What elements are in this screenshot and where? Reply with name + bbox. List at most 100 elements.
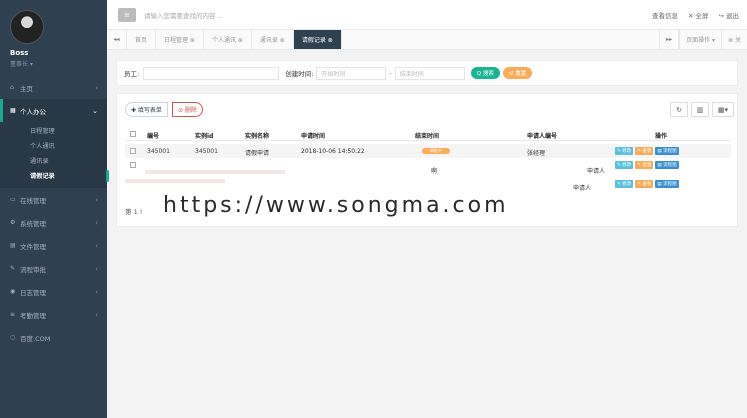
tabs-scroll-left-button[interactable]: ◂◂ bbox=[107, 30, 127, 49]
tab-schedule[interactable]: 日程管理 ⊗ bbox=[156, 30, 204, 49]
tab-personal-contacts[interactable]: 个人通讯 ⊗ bbox=[204, 30, 252, 49]
fullscreen-button[interactable]: ✕ 全屏 bbox=[688, 10, 709, 20]
tabs-spacer bbox=[342, 30, 659, 49]
chevron-left-icon: ‹ bbox=[95, 310, 98, 319]
filter-panel: 员工: 创建时间: 开始时间 - 结束时间 Q 搜索 ↺ 重置 bbox=[116, 60, 738, 86]
created-time-label: 创建时间: bbox=[285, 70, 314, 78]
sidebar-item-label: 系统管理 bbox=[20, 219, 46, 228]
table-row[interactable]: 啊 申请人 ✎ 修改 ✎ 查看 ▤ 流程图 bbox=[125, 158, 731, 175]
file-icon: ▤ bbox=[10, 242, 16, 249]
cell-fragment: 啊 bbox=[431, 168, 438, 175]
edit-button[interactable]: ✎ 修改 bbox=[615, 161, 634, 169]
sidebar-item-label: 在线管理 bbox=[20, 196, 46, 205]
col-header-end-time[interactable]: 结束时间 bbox=[415, 131, 439, 140]
row-actions: ✎ 修改 ✎ 查看 ▤ 流程图 bbox=[615, 147, 679, 155]
tab-address-book[interactable]: 通讯录 ⊗ bbox=[252, 30, 294, 49]
sidebar-item-system[interactable]: ⚙ 系统管理 ‹ bbox=[0, 211, 107, 234]
chevron-left-icon: ‹ bbox=[95, 287, 98, 296]
col-header-id[interactable]: 编号 bbox=[147, 131, 159, 140]
sidebar-item-files[interactable]: ▤ 文件管理 ‹ bbox=[0, 234, 107, 257]
submenu-item-personal-contacts[interactable]: 个人通讯 bbox=[0, 139, 107, 154]
tab-label: 通讯录 ⊗ bbox=[259, 37, 285, 44]
end-time-input[interactable]: 结束时间 bbox=[394, 66, 465, 80]
refresh-icon[interactable]: ↻ bbox=[670, 102, 688, 117]
reset-button[interactable]: ↺ 重置 bbox=[502, 67, 533, 79]
global-search-input[interactable]: 请输入您需要查找的内容 ... bbox=[144, 10, 652, 20]
chevron-left-icon: ‹ bbox=[95, 83, 98, 92]
page-tabs: ◂◂ 首页 日程管理 ⊗ 个人通讯 ⊗ 通讯录 ⊗ 请假记录 ⊗ ▸▸ 页面操作… bbox=[107, 30, 747, 50]
messages-link[interactable]: 查看信息 bbox=[652, 10, 678, 20]
export-icon[interactable]: ▦▾ bbox=[712, 102, 734, 117]
row-actions: ✎ 修改 ✎ 查看 ▤ 流程图 bbox=[615, 180, 679, 188]
submenu-item-leave-records[interactable]: 请假记录 bbox=[0, 169, 107, 184]
tab-leave-records[interactable]: 请假记录 ⊗ bbox=[293, 30, 342, 49]
sidebar-item-attendance[interactable]: ≡ 考勤管理 ‹ bbox=[0, 303, 107, 326]
select-all-checkbox[interactable] bbox=[130, 131, 136, 137]
log-icon: ◉ bbox=[10, 288, 16, 295]
table-row[interactable]: 345001 345001 请假申请 2018-10-06 14:50:22 审… bbox=[125, 144, 731, 158]
logout-button[interactable]: ↪ 退出 bbox=[718, 10, 739, 20]
search-button[interactable]: Q 搜索 bbox=[470, 67, 500, 79]
delete-button[interactable]: ⊘ 删除 bbox=[172, 102, 203, 117]
sidebar-item-label: 百度.COM bbox=[20, 334, 51, 343]
view-button[interactable]: ✎ 查看 bbox=[635, 161, 654, 169]
top-right-links: 查看信息 ✕ 全屏 ↪ 退出 bbox=[652, 10, 739, 20]
menu-toggle-button[interactable]: ≡ bbox=[118, 7, 136, 22]
avatar[interactable] bbox=[10, 10, 44, 44]
cell-applicant-fragment: 申请人 bbox=[573, 185, 592, 192]
columns-icon[interactable]: ▥ bbox=[691, 102, 709, 117]
profile-role-dropdown[interactable]: 董事长 ▾ bbox=[10, 59, 107, 68]
flowchart-button[interactable]: ▤ 流程图 bbox=[655, 147, 679, 155]
row-actions: ✎ 修改 ✎ 查看 ▤ 流程图 bbox=[615, 161, 679, 169]
tab-label: 日程管理 ⊗ bbox=[164, 37, 195, 44]
sidebar-item-online[interactable]: ▭ 在线管理 ‹ bbox=[0, 188, 107, 211]
col-header-instance-name[interactable]: 实例名称 bbox=[245, 131, 269, 140]
tab-home[interactable]: 首页 bbox=[127, 30, 157, 49]
sidebar-item-approval[interactable]: ✎ 流程审批 ‹ bbox=[0, 257, 107, 280]
sidebar-item-label: 个人办公 bbox=[20, 107, 46, 116]
submenu-item-address-book[interactable]: 通讯录 bbox=[0, 154, 107, 169]
sidebar-item-personal-office[interactable]: ▦ 个人办公 ⌄ bbox=[0, 99, 107, 122]
table-row[interactable]: 申请人 ✎ 修改 ✎ 查看 ▤ 流程图 bbox=[125, 177, 731, 192]
blurred-content bbox=[145, 170, 285, 174]
sidebar-item-label: 流程审批 bbox=[20, 265, 46, 274]
sidebar-item-label: 文件管理 bbox=[20, 242, 46, 251]
sidebar-item-logs[interactable]: ◉ 日志管理 ‹ bbox=[0, 280, 107, 303]
submenu-item-schedule[interactable]: 日程管理 bbox=[0, 124, 107, 139]
col-header-instance-id[interactable]: 实例id bbox=[195, 131, 213, 140]
col-header-apply-time[interactable]: 申请时间 bbox=[301, 131, 325, 140]
sidebar-item-home[interactable]: ⌂ 主页 ‹ bbox=[0, 76, 107, 99]
chevron-left-icon: ‹ bbox=[95, 264, 98, 273]
calendar-icon: ▦ bbox=[10, 107, 16, 114]
range-dash: - bbox=[389, 69, 392, 77]
cell-instance-id: 345001 bbox=[195, 148, 218, 155]
close-tab-button[interactable]: ⊗ 关 bbox=[721, 30, 747, 49]
sidebar-resize-handle[interactable] bbox=[106, 170, 109, 182]
view-button[interactable]: ✎ 查看 bbox=[635, 147, 654, 155]
cell-apply-time: 2018-10-06 14:50:22 bbox=[301, 148, 365, 155]
tabs-scroll-right-button[interactable]: ▸▸ bbox=[659, 30, 680, 49]
top-navbar: ≡ 请输入您需要查找的内容 ... 查看信息 ✕ 全屏 ↪ 退出 bbox=[107, 0, 747, 30]
submenu-personal-office: 日程管理 个人通讯 通讯录 请假记录 bbox=[0, 122, 107, 188]
sidebar-item-label: 日志管理 bbox=[20, 288, 46, 297]
row-checkbox[interactable] bbox=[130, 162, 136, 168]
profile-name: Boss bbox=[10, 49, 29, 57]
col-header-applicant[interactable]: 申请人编号 bbox=[527, 131, 557, 140]
home-icon: ⌂ bbox=[10, 84, 14, 91]
tab-label: 请假记录 ⊗ bbox=[301, 37, 333, 44]
flowchart-button[interactable]: ▤ 流程图 bbox=[655, 161, 679, 169]
view-button[interactable]: ✎ 查看 bbox=[635, 180, 654, 188]
link-icon: ○ bbox=[10, 334, 16, 341]
edit-button[interactable]: ✎ 修改 bbox=[615, 180, 634, 188]
start-time-input[interactable]: 开始时间 bbox=[316, 66, 387, 80]
edit-button[interactable]: ✎ 修改 bbox=[615, 147, 634, 155]
tab-label: 首页 bbox=[135, 37, 148, 44]
employee-input[interactable] bbox=[143, 66, 280, 80]
row-checkbox[interactable] bbox=[130, 148, 136, 154]
sidebar-item-label: 主页 bbox=[20, 84, 33, 93]
flowchart-button[interactable]: ▤ 流程图 bbox=[655, 180, 679, 188]
page-actions-dropdown[interactable]: 页面操作 ▾ bbox=[679, 30, 721, 49]
add-form-button[interactable]: ✚ 填写表单 bbox=[125, 102, 168, 117]
sidebar-item-baidu[interactable]: ○ 百度.COM bbox=[0, 326, 107, 349]
watermark: https://www.songma.com bbox=[163, 193, 509, 218]
